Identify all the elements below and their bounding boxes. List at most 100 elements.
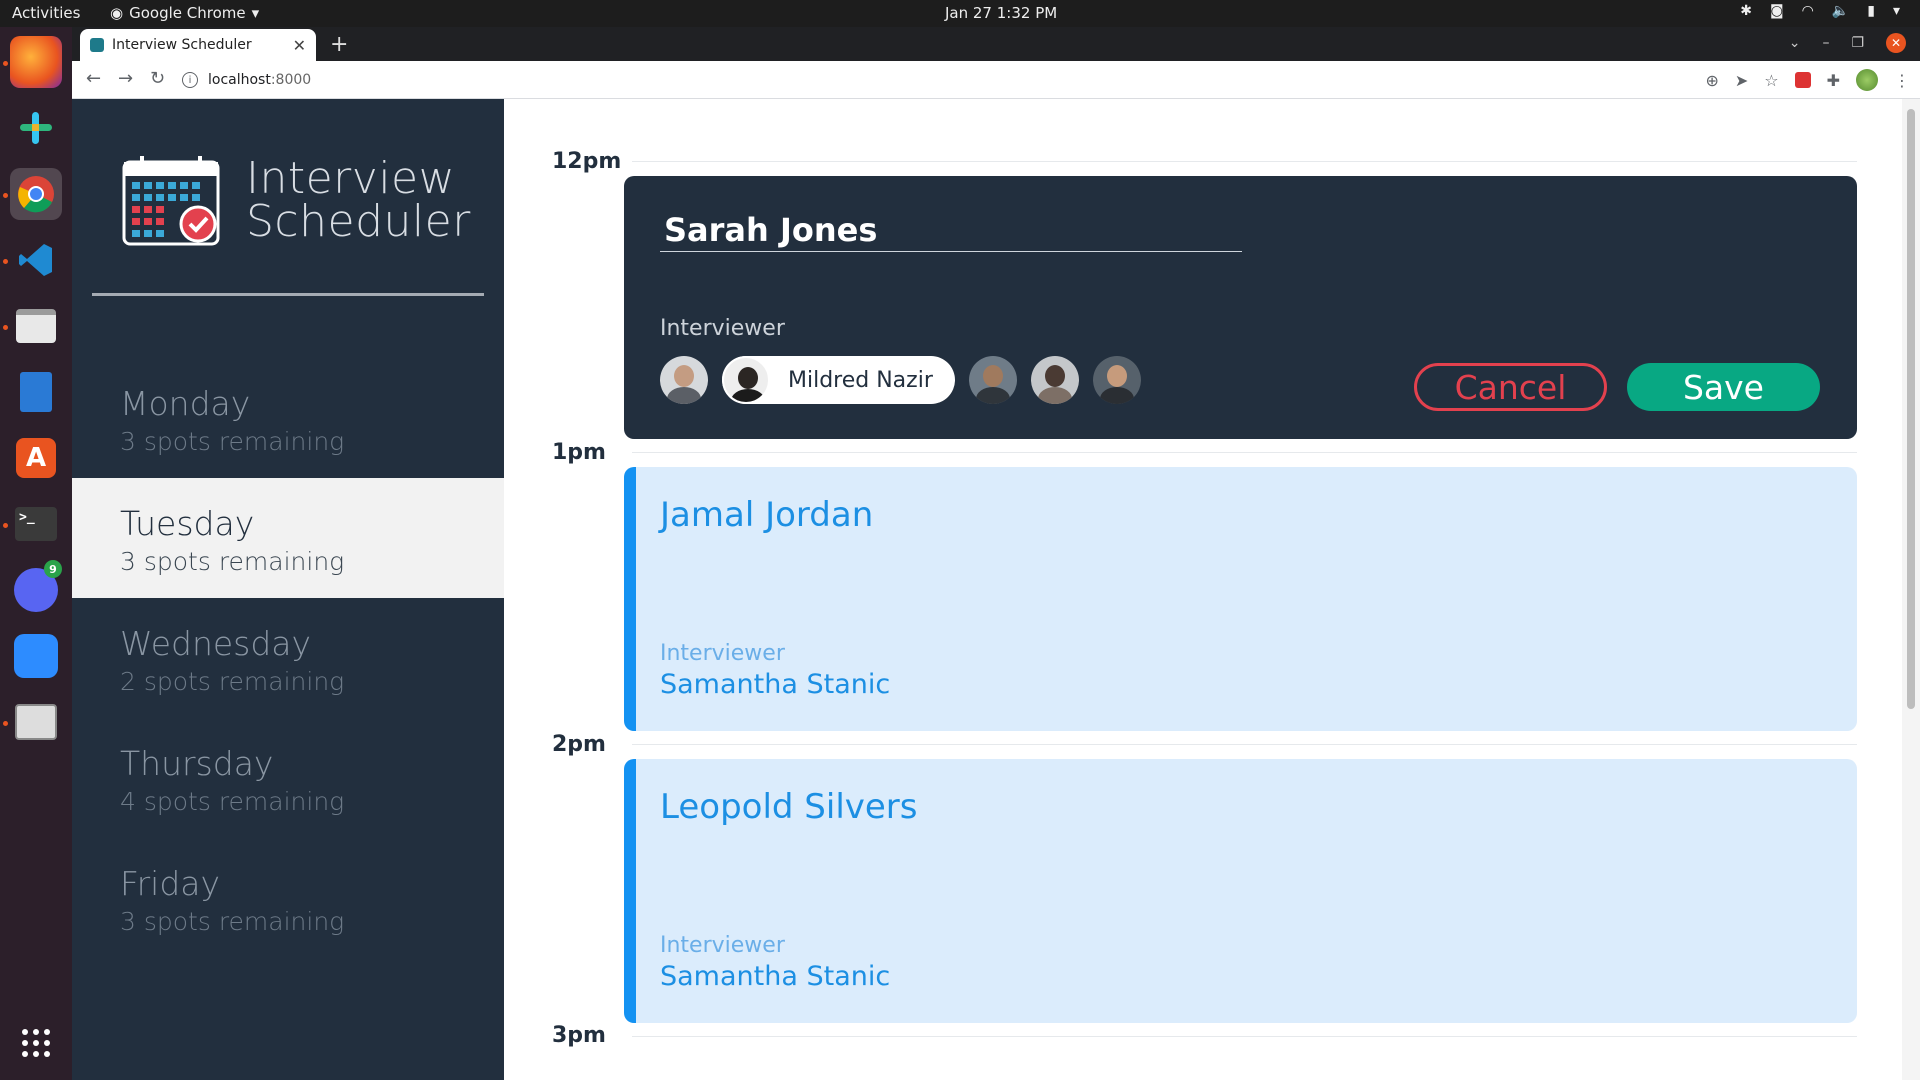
running-indicator: [3, 259, 8, 264]
day-spots: 3 spots remaining: [120, 907, 345, 936]
clock[interactable]: Jan 27 1:32 PM: [945, 4, 1057, 22]
image-viewer-icon[interactable]: [10, 696, 62, 748]
appointment-student: Jamal Jordan: [660, 495, 874, 535]
slack-tray-icon: ✱: [1740, 3, 1752, 19]
discord-notification-badge: 9: [44, 560, 62, 578]
page-scrollbar[interactable]: [1902, 99, 1920, 1080]
toolbar-actions: ⊕ ➤ ☆ ✚ ⋮: [1705, 69, 1910, 91]
interviewer-label: Interviewer: [660, 316, 785, 341]
send-icon[interactable]: ➤: [1735, 71, 1748, 90]
hour-divider: [632, 452, 1857, 453]
profile-avatar[interactable]: [1856, 69, 1878, 91]
appointment-student: Leopold Silvers: [660, 787, 918, 827]
appointment-card[interactable]: Jamal Jordan Interviewer Samantha Stanic: [624, 467, 1857, 731]
cancel-button[interactable]: Cancel: [1414, 363, 1607, 411]
reload-icon[interactable]: ↻: [150, 68, 165, 89]
running-indicator: [3, 61, 8, 66]
chevron-down-icon: ▾: [251, 4, 260, 22]
terminal-icon[interactable]: >_: [10, 498, 62, 550]
interviewer-avatar: [722, 356, 770, 404]
zoom-icon[interactable]: ⊕: [1705, 71, 1718, 90]
appointment-card[interactable]: Leopold Silvers Interviewer Samantha Sta…: [624, 759, 1857, 1023]
battery-icon: ▮: [1867, 3, 1875, 19]
hour-label: 1pm: [552, 440, 606, 465]
software-center-icon[interactable]: A: [10, 432, 62, 484]
discord-icon[interactable]: 9: [10, 560, 62, 616]
appointment-interviewer: Samantha Stanic: [660, 961, 891, 992]
day-spots: 3 spots remaining: [120, 547, 345, 576]
tab-interview-scheduler[interactable]: Interview Scheduler ✕: [80, 29, 316, 61]
day-spots: 3 spots remaining: [120, 427, 345, 456]
logo: Interview Scheduler: [122, 154, 471, 246]
restore-button[interactable]: ❐: [1851, 35, 1864, 51]
new-tab-button[interactable]: +: [330, 32, 348, 57]
interviewer-selected[interactable]: Mildred Nazir: [722, 356, 955, 404]
running-indicator: [3, 325, 8, 330]
system-top-bar: Activities ◉ Google Chrome ▾ Jan 27 1:32…: [0, 0, 1920, 27]
slack-icon[interactable]: [10, 102, 62, 154]
forward-arrow-icon[interactable]: →: [118, 68, 133, 89]
wifi-icon: ◠: [1801, 3, 1814, 19]
volume-icon: 🔈: [1831, 3, 1850, 19]
running-indicator: [3, 721, 8, 726]
bookmark-star-icon[interactable]: ☆: [1764, 71, 1778, 90]
hour-label: 12pm: [552, 149, 622, 174]
show-apps-grid-icon[interactable]: [10, 1017, 62, 1069]
appointment-form: Interviewer Mildred Nazir Cancel Save: [624, 176, 1857, 439]
url-port: :8000: [270, 72, 312, 88]
tab-title: Interview Scheduler: [112, 37, 252, 53]
student-name-input[interactable]: [660, 208, 1242, 252]
firefox-icon[interactable]: [10, 36, 62, 88]
app-menu-label: Google Chrome: [129, 4, 246, 22]
interviewer-list: Mildred Nazir: [660, 356, 1141, 404]
close-tab-icon[interactable]: ✕: [293, 36, 306, 55]
address-bar[interactable]: i localhost:8000: [182, 65, 1742, 95]
dock: A >_ 9: [0, 27, 72, 1080]
day-name: Tuesday: [120, 504, 255, 543]
favicon-icon: [90, 38, 104, 52]
appointment-interviewer-label: Interviewer: [660, 933, 785, 958]
chrome-icon[interactable]: [10, 168, 62, 220]
back-arrow-icon[interactable]: ←: [86, 68, 101, 89]
day-item-tuesday[interactable]: Tuesday 3 spots remaining: [72, 478, 504, 598]
sidebar: Interview Scheduler Monday 3 spots remai…: [72, 99, 504, 1080]
more-menu-icon[interactable]: ⋮: [1894, 71, 1910, 90]
activities-button[interactable]: Activities: [12, 4, 80, 22]
logo-line-2: Scheduler: [246, 196, 471, 247]
extension-icon[interactable]: [1794, 72, 1811, 88]
window-controls: ⌄ – ❐ ✕: [1789, 33, 1906, 53]
power-menu-icon: ▾: [1892, 3, 1900, 19]
browser-toolbar: ← → ↻ i localhost:8000 ⊕ ➤ ☆ ✚ ⋮: [72, 61, 1920, 99]
writer-icon[interactable]: [10, 366, 62, 418]
app-menu[interactable]: ◉ Google Chrome ▾: [110, 4, 259, 22]
appointment-interviewer-label: Interviewer: [660, 641, 785, 666]
day-item-monday[interactable]: Monday 3 spots remaining: [72, 358, 504, 478]
minimize-button[interactable]: –: [1822, 35, 1829, 51]
extensions-puzzle-icon[interactable]: ✚: [1827, 71, 1840, 90]
site-info-icon[interactable]: i: [182, 72, 198, 88]
files-icon[interactable]: [10, 300, 62, 352]
scrollbar-thumb[interactable]: [1907, 109, 1915, 709]
save-button[interactable]: Save: [1627, 363, 1820, 411]
vscode-icon[interactable]: [10, 234, 62, 286]
day-item-friday[interactable]: Friday 3 spots remaining: [72, 838, 504, 958]
interviewer-avatar[interactable]: [1030, 356, 1079, 404]
tab-strip: Interview Scheduler ✕ + ⌄ – ❐ ✕: [72, 27, 1920, 61]
discord-tray-icon: ◙: [1770, 3, 1784, 19]
interviewer-avatar[interactable]: [660, 356, 708, 404]
logo-line-1: Interview: [246, 153, 456, 204]
close-window-button[interactable]: ✕: [1886, 33, 1906, 53]
day-name: Wednesday: [120, 624, 312, 663]
day-item-wednesday[interactable]: Wednesday 2 spots remaining: [72, 598, 504, 718]
system-tray[interactable]: ✱ ◙ ◠ 🔈 ▮ ▾: [1740, 3, 1900, 19]
day-item-thursday[interactable]: Thursday 4 spots remaining: [72, 718, 504, 838]
day-name: Thursday: [120, 744, 274, 783]
hour-divider: [632, 1036, 1857, 1037]
zoom-icon[interactable]: [10, 630, 62, 682]
interviewer-avatar[interactable]: [968, 356, 1017, 404]
tab-search-icon[interactable]: ⌄: [1789, 35, 1801, 51]
running-indicator: [3, 193, 8, 198]
hour-label: 2pm: [552, 732, 606, 757]
interviewer-avatar[interactable]: [1092, 356, 1141, 404]
hour-divider: [632, 161, 1857, 162]
